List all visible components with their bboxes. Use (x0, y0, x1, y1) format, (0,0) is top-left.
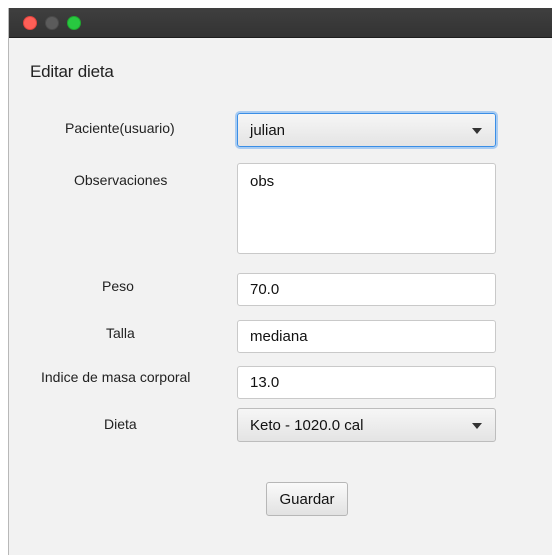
bmi-label: Indice de masa corporal (41, 369, 191, 385)
weight-label: Peso (102, 278, 134, 294)
save-button[interactable]: Guardar (266, 482, 348, 516)
close-icon[interactable] (23, 16, 37, 30)
minimize-icon[interactable] (45, 16, 59, 30)
chevron-down-icon (472, 423, 482, 429)
diet-select[interactable]: Keto - 1020.0 cal (237, 408, 496, 442)
title-bar[interactable] (9, 8, 552, 38)
bmi-input[interactable] (237, 366, 496, 399)
size-input[interactable] (237, 320, 496, 353)
page-title: Editar dieta (30, 62, 114, 81)
diet-label: Dieta (104, 416, 137, 432)
observations-textarea[interactable]: obs (237, 163, 496, 254)
chevron-down-icon (472, 128, 482, 134)
diet-select-value: Keto - 1020.0 cal (250, 417, 364, 434)
patient-select[interactable]: julian (237, 113, 496, 147)
zoom-icon[interactable] (67, 16, 81, 30)
size-label: Talla (106, 325, 135, 341)
weight-input[interactable] (237, 273, 496, 306)
edit-diet-window: Editar dieta Paciente(usuario) julian Ob… (8, 8, 552, 555)
patient-label: Paciente(usuario) (65, 120, 175, 136)
patient-select-value: julian (250, 122, 286, 139)
observations-label: Observaciones (74, 172, 168, 188)
